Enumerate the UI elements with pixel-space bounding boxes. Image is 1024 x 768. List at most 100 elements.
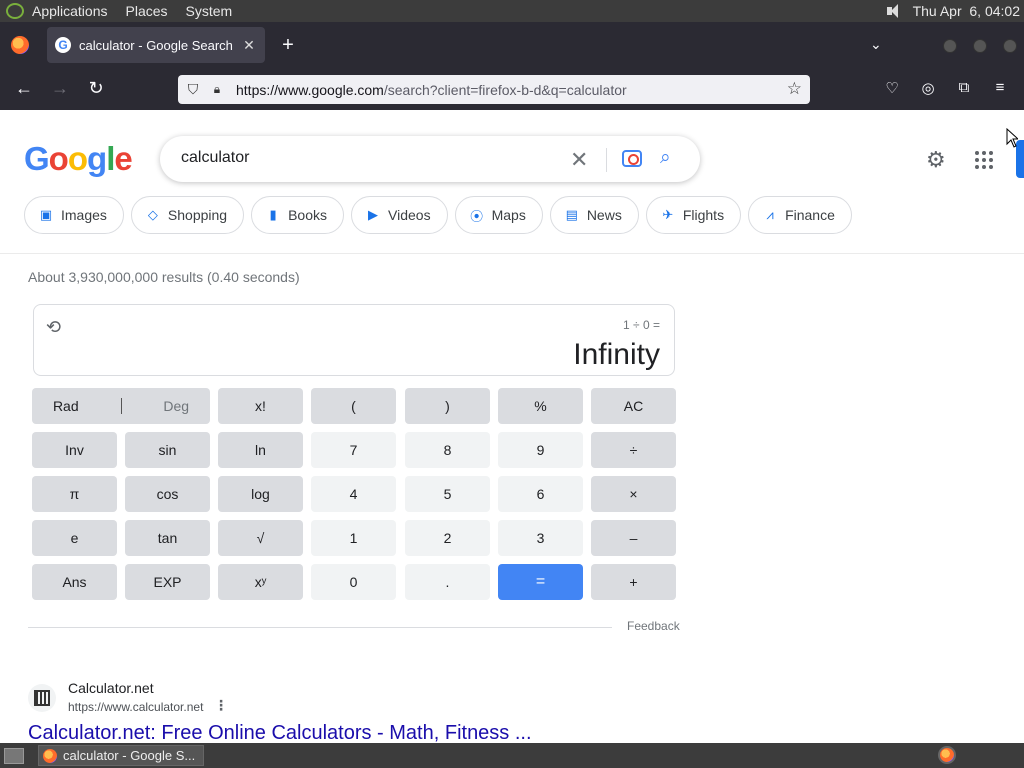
minimize-window-icon[interactable] (943, 39, 957, 53)
distro-logo-icon[interactable] (6, 3, 24, 19)
chip-flights[interactable]: ✈ Flights (645, 196, 742, 234)
applications-menu[interactable]: Applications (32, 3, 108, 19)
chip-finance[interactable]: ⩘ Finance (748, 196, 852, 234)
calc-key[interactable]: ln (218, 432, 303, 468)
hamburger-menu-icon[interactable]: ≡ (990, 79, 1010, 99)
calc-key[interactable]: ( (311, 388, 396, 424)
result-site-name[interactable]: Calculator.net (68, 680, 154, 696)
calc-key[interactable]: e (32, 520, 117, 556)
calc-key[interactable]: = (498, 564, 583, 600)
feedback-link[interactable]: Feedback (627, 619, 680, 633)
calc-key[interactable]: 6 (498, 476, 583, 512)
chip-books[interactable]: ▮ Books (251, 196, 345, 234)
chip-label: Books (288, 207, 328, 223)
google-apps-icon[interactable] (975, 151, 993, 169)
google-logo-letter: g (87, 140, 107, 177)
mouse-cursor-icon (1006, 128, 1018, 148)
calc-key[interactable]: log (218, 476, 303, 512)
back-icon[interactable]: ← (12, 78, 36, 99)
google-logo-letter: o (48, 140, 69, 177)
finance-icon: ⩘ (766, 207, 774, 222)
tab-active[interactable]: G calculator - Google Search ✕ (47, 27, 265, 63)
calc-key[interactable]: . (405, 564, 490, 600)
google-logo[interactable]: Google (24, 140, 133, 178)
chip-label: News (586, 207, 622, 223)
tab-close-icon[interactable]: ✕ (241, 37, 257, 54)
calc-key[interactable]: tan (125, 520, 210, 556)
calc-key[interactable]: 3 (498, 520, 583, 556)
calc-key[interactable]: 9 (498, 432, 583, 468)
calc-key[interactable]: π (32, 476, 117, 512)
reload-icon[interactable]: ↻ (84, 78, 108, 99)
account-icon[interactable]: ◎ (918, 79, 938, 99)
calc-key[interactable]: % (498, 388, 583, 424)
calc-key[interactable]: + (591, 564, 676, 600)
calc-key[interactable]: – (591, 520, 676, 556)
calc-key[interactable]: √ (218, 520, 303, 556)
pocket-icon[interactable]: ♡ (882, 79, 902, 99)
calc-key[interactable]: cos (125, 476, 210, 512)
deg-label[interactable]: Deg (163, 398, 189, 414)
lock-icon[interactable]: 🔒︎ (208, 82, 226, 97)
lens-camera-icon[interactable] (622, 150, 642, 167)
calc-key[interactable]: 2 (405, 520, 490, 556)
result-more-options-icon[interactable]: ⋮ (214, 697, 228, 714)
calc-key[interactable]: 1 (311, 520, 396, 556)
calc-key[interactable]: xʸ (218, 564, 303, 600)
firefox-view-icon[interactable] (11, 36, 29, 54)
extensions-icon[interactable]: ⧉ (954, 79, 974, 99)
clear-search-icon[interactable]: ✕ (570, 147, 588, 173)
url-bar[interactable]: ⛉ 🔒︎ https://www.google.com/search?clien… (178, 75, 810, 104)
search-input[interactable]: calculator (181, 149, 249, 167)
chip-videos[interactable]: ▶ Videos (351, 196, 448, 234)
places-menu[interactable]: Places (126, 3, 168, 19)
chip-images[interactable]: ▣ Images (24, 196, 124, 234)
plane-icon: ✈ (662, 207, 674, 222)
calc-key[interactable]: 4 (311, 476, 396, 512)
settings-gear-icon[interactable]: ⚙ (926, 147, 946, 173)
result-title-link[interactable]: Calculator.net: Free Online Calculators … (28, 722, 532, 743)
google-logo-letter: e (114, 140, 132, 177)
bookmark-star-icon[interactable]: ☆ (787, 79, 802, 99)
book-icon: ▮ (269, 207, 277, 222)
google-favicon-icon: G (55, 37, 71, 53)
calc-key[interactable]: AC (591, 388, 676, 424)
chip-maps[interactable]: ⦿ Maps (454, 196, 543, 234)
calc-key[interactable]: × (591, 476, 676, 512)
maximize-window-icon[interactable] (973, 39, 987, 53)
taskbar-window-button[interactable]: calculator - Google S... (38, 745, 204, 766)
clock[interactable]: Thu Apr 6, 04:02 (913, 3, 1020, 19)
rad-label[interactable]: Rad (53, 398, 79, 414)
firefox-launcher-icon[interactable] (938, 746, 956, 764)
calculator-net-favicon-icon[interactable] (28, 684, 56, 712)
calculator-result: Infinity (573, 338, 660, 371)
show-desktop-icon[interactable] (4, 747, 24, 764)
calc-key[interactable]: 8 (405, 432, 490, 468)
rad-deg-toggle[interactable]: Rad Deg (32, 388, 210, 424)
calc-key[interactable]: ) (405, 388, 490, 424)
tracking-shield-icon[interactable]: ⛉ (184, 81, 202, 98)
volume-icon[interactable] (885, 3, 903, 19)
calc-key[interactable]: Ans (32, 564, 117, 600)
history-icon[interactable]: ⟲ (46, 317, 61, 338)
forward-icon[interactable]: → (48, 78, 72, 99)
calc-key[interactable]: EXP (125, 564, 210, 600)
calc-key[interactable]: 0 (311, 564, 396, 600)
search-box[interactable]: calculator ✕ ⌕ (160, 136, 700, 182)
close-window-icon[interactable] (1003, 39, 1017, 53)
system-menu[interactable]: System (186, 3, 233, 19)
calc-key[interactable]: Inv (32, 432, 117, 468)
google-logo-letter: o (67, 140, 88, 177)
result-url[interactable]: https://www.calculator.net (68, 700, 203, 714)
chip-shopping[interactable]: ◇ Shopping (130, 196, 245, 234)
url-text[interactable]: https://www.google.com/search?client=fir… (236, 82, 627, 98)
calc-key[interactable]: 5 (405, 476, 490, 512)
chip-news[interactable]: ▤ News (549, 196, 639, 234)
search-icon[interactable]: ⌕ (660, 147, 671, 169)
calc-key[interactable]: sin (125, 432, 210, 468)
list-all-tabs-icon[interactable]: ⌄ (870, 36, 882, 53)
calc-key[interactable]: 7 (311, 432, 396, 468)
calc-key[interactable]: x! (218, 388, 303, 424)
calc-key[interactable]: ÷ (591, 432, 676, 468)
new-tab-icon[interactable]: + (277, 34, 299, 57)
